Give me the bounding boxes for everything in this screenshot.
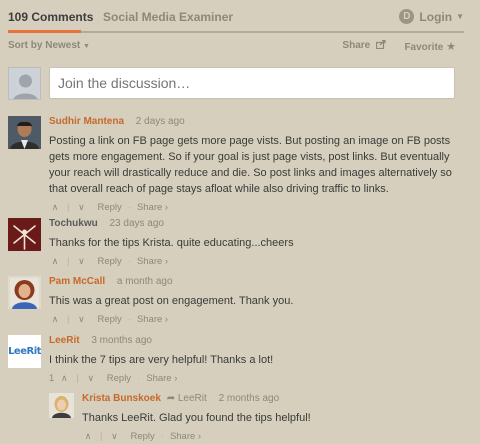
comment-text: Thanks LeeRit. Glad you found the tips h… xyxy=(82,412,311,424)
comment-text: Posting a link on FB page gets more page… xyxy=(49,135,452,195)
upvote-button[interactable]: ∧ xyxy=(49,202,61,213)
divider: | xyxy=(67,202,70,213)
reply-arrow-icon: ➦ xyxy=(166,393,176,404)
comment-text: Thanks for the tips Krista. quite educat… xyxy=(49,237,294,249)
comment-timestamp[interactable]: a month ago xyxy=(117,276,173,287)
avatar-logo-text: LeeRit xyxy=(8,346,41,357)
share-button[interactable]: Share › xyxy=(146,373,177,384)
divider: | xyxy=(100,431,103,442)
downvote-button[interactable]: ∨ xyxy=(75,256,87,267)
reply-button[interactable]: Reply xyxy=(97,202,121,213)
comment-author[interactable]: Sudhir Mantena xyxy=(49,116,124,127)
star-icon: ★ xyxy=(446,41,456,53)
reply-button[interactable]: Reply xyxy=(97,256,121,267)
avatar[interactable] xyxy=(49,393,74,418)
discussion-header: 109 Comments Social Media Examiner D Log… xyxy=(8,0,464,33)
login-button[interactable]: D Login ▼ xyxy=(399,9,464,24)
comment-timestamp[interactable]: 23 days ago xyxy=(109,218,164,229)
share-button[interactable]: Share › xyxy=(137,314,168,325)
upvote-button[interactable]: ∧ xyxy=(82,431,94,442)
comment-author[interactable]: LeeRit xyxy=(49,335,80,346)
dot-separator: · xyxy=(127,256,131,267)
dot-separator: · xyxy=(137,373,141,384)
favorite-button[interactable]: Favorite ★ xyxy=(404,40,456,53)
divider: | xyxy=(76,373,79,384)
upvote-button[interactable]: ∧ xyxy=(49,256,61,267)
tab-comments[interactable]: 109 Comments xyxy=(8,10,93,24)
share-button[interactable]: Share xyxy=(342,39,386,51)
downvote-button[interactable]: ∨ xyxy=(85,373,97,384)
comment-author[interactable]: Pam McCall xyxy=(49,276,105,287)
disqus-icon: D xyxy=(399,9,415,24)
upvote-button[interactable]: ∧ xyxy=(49,314,61,325)
current-user-avatar xyxy=(8,67,41,100)
comment-timestamp[interactable]: 3 months ago xyxy=(91,335,152,346)
comment-input[interactable] xyxy=(49,67,455,99)
chevron-down-icon: ▼ xyxy=(456,12,464,21)
share-button[interactable]: Share › xyxy=(170,431,201,442)
tab-forum[interactable]: Social Media Examiner xyxy=(103,10,233,24)
divider: | xyxy=(67,314,70,325)
dot-separator: · xyxy=(127,314,131,325)
avatar[interactable] xyxy=(8,218,41,251)
default-avatar-icon xyxy=(9,68,40,99)
dot-separator: · xyxy=(127,202,131,213)
reply-button[interactable]: Reply xyxy=(97,314,121,325)
comment-timestamp[interactable]: 2 months ago xyxy=(219,393,280,404)
reply-button[interactable]: Reply xyxy=(130,431,154,442)
comment-text: I think the 7 tips are very helpful! Tha… xyxy=(49,354,274,366)
share-button[interactable]: Share › xyxy=(137,202,168,213)
divider: | xyxy=(67,256,70,267)
comment-author[interactable]: Krista Bunskoek xyxy=(82,393,161,404)
chevron-down-icon: ▼ xyxy=(83,43,90,50)
upvote-button[interactable]: ∧ xyxy=(58,373,70,384)
downvote-button[interactable]: ∨ xyxy=(75,314,87,325)
avatar[interactable]: LeeRit xyxy=(8,335,41,368)
avatar[interactable] xyxy=(8,276,41,309)
share-label: Share xyxy=(342,40,371,51)
active-tab-underline xyxy=(8,30,81,33)
sort-bar: Sort by Newest ▼ Share Favorite ★ xyxy=(8,38,456,54)
downvote-button[interactable]: ∨ xyxy=(75,202,87,213)
favorite-label: Favorite xyxy=(404,42,444,53)
avatar[interactable] xyxy=(8,116,41,149)
comment-timestamp[interactable]: 2 days ago xyxy=(136,116,185,127)
downvote-button[interactable]: ∨ xyxy=(108,431,120,442)
reply-to-link[interactable]: LeeRit xyxy=(178,393,207,404)
dot-separator: · xyxy=(160,431,164,442)
comment-author[interactable]: Tochukwu xyxy=(49,218,98,229)
vote-count: 1 xyxy=(49,373,55,384)
share-icon xyxy=(375,39,386,50)
login-label: Login xyxy=(419,9,453,24)
sort-dropdown[interactable]: Sort by Newest ▼ xyxy=(8,40,90,51)
comment-text: This was a great post on engagement. Tha… xyxy=(49,295,294,307)
sort-label: Sort by Newest xyxy=(8,40,81,51)
reply-button[interactable]: Reply xyxy=(107,373,131,384)
share-button[interactable]: Share › xyxy=(137,256,168,267)
